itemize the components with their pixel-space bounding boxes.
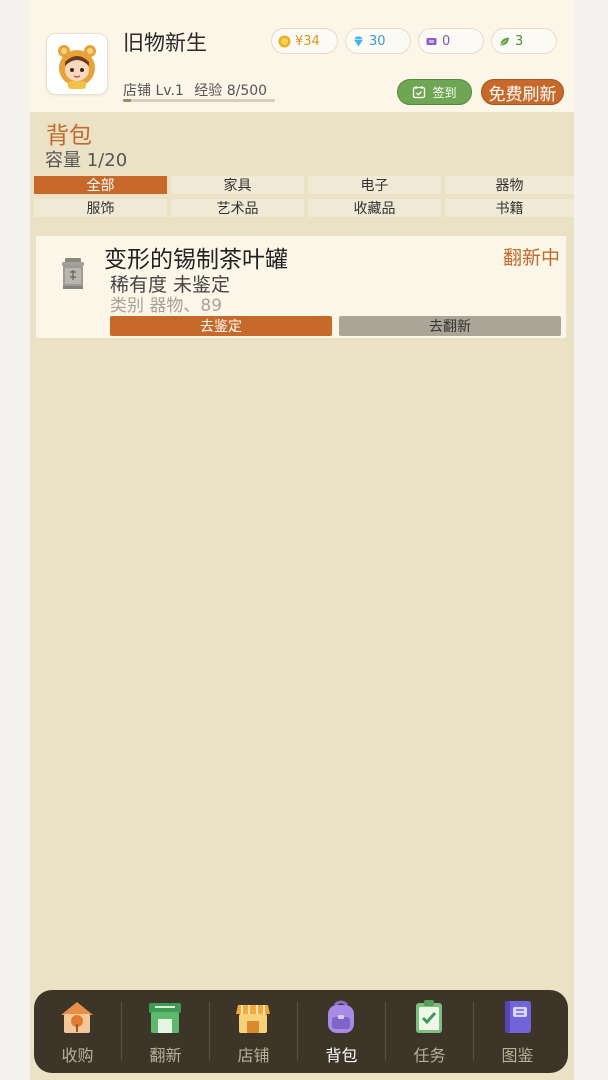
item-category: 类别 器物、89	[110, 296, 223, 316]
coin-counter[interactable]: ¥34	[271, 28, 338, 54]
app-window: 旧物新生 ¥34 30 0 3 店铺 Lv.1 经验 8/500 签到 免费刷新…	[30, 0, 574, 1080]
book-icon	[505, 1001, 531, 1033]
nav-label: 背包	[325, 1046, 358, 1065]
backpack-icon	[328, 1000, 354, 1033]
leaf-counter[interactable]: 3	[491, 28, 557, 54]
diamond-value: 30	[369, 33, 386, 49]
nav-item-encyclopedia[interactable]: 图鉴	[474, 990, 561, 1073]
experience-bar	[123, 99, 275, 102]
tab-electronics[interactable]: 电子	[308, 176, 441, 194]
tab-furniture[interactable]: 家具	[171, 176, 304, 194]
clipboard-check-icon	[416, 1000, 442, 1033]
renovate-button[interactable]: 去翻新	[339, 316, 561, 336]
avatar-girl-icon	[58, 45, 96, 89]
capacity-text: 容量 1/20	[45, 150, 128, 171]
tab-all[interactable]: 全部	[34, 176, 167, 194]
experience-bar-fill	[123, 99, 131, 102]
coin-icon	[278, 35, 291, 47]
signin-label: 签到	[432, 85, 457, 100]
signin-button[interactable]: 签到	[397, 79, 472, 105]
experience-text: 经验 8/500	[194, 83, 268, 99]
tab-clothing[interactable]: 服饰	[34, 199, 167, 217]
tab-artwork[interactable]: 艺术品	[171, 199, 304, 217]
diamond-counter[interactable]: 30	[345, 28, 411, 54]
tab-books[interactable]: 书籍	[445, 199, 574, 217]
nav-label: 图鉴	[501, 1046, 534, 1065]
tab-utensils[interactable]: 器物	[445, 176, 574, 194]
shop-icon	[236, 1005, 270, 1033]
top-header: 旧物新生 ¥34 30 0 3 店铺 Lv.1 经验 8/500 签到 免费刷新	[30, 0, 574, 112]
nav-item-shop[interactable]: 店铺	[210, 990, 297, 1073]
coin-value: ¥34	[295, 33, 320, 49]
avatar[interactable]	[46, 33, 108, 95]
leaf-icon	[500, 37, 509, 45]
nav-item-acquire[interactable]: 收购	[34, 990, 121, 1073]
nav-item-tasks[interactable]: 任务	[386, 990, 473, 1073]
ticket-icon	[426, 37, 437, 45]
tea-canister-icon	[62, 258, 84, 289]
shop-level: 店铺 Lv.1	[123, 83, 184, 99]
nav-label: 任务	[413, 1046, 446, 1065]
nav-label: 收购	[61, 1046, 94, 1065]
item-name: 变形的锡制茶叶罐	[104, 247, 288, 273]
nav-item-renovate[interactable]: 翻新	[122, 990, 209, 1073]
nav-label: 翻新	[149, 1046, 182, 1065]
nav-item-backpack[interactable]: 背包	[298, 990, 385, 1073]
item-status: 翻新中	[503, 247, 561, 269]
ticket-value: 0	[442, 33, 451, 49]
nav-label: 店铺	[237, 1046, 270, 1065]
leaf-value: 3	[515, 33, 524, 49]
appraise-button[interactable]: 去鉴定	[110, 316, 332, 336]
app-title: 旧物新生	[123, 31, 207, 55]
tab-collectibles[interactable]: 收藏品	[308, 199, 441, 217]
ticket-counter[interactable]: 0	[418, 28, 484, 54]
bottom-nav: 收购 翻新 店铺 背包 任务 图鉴	[34, 990, 568, 1073]
diamond-icon	[354, 36, 363, 46]
page-title: 背包	[46, 123, 92, 149]
shop-level-text: 店铺 Lv.1 经验 8/500	[123, 80, 267, 100]
calendar-check-icon	[413, 86, 426, 99]
house-tree-icon	[61, 1002, 93, 1033]
free-refresh-button[interactable]: 免费刷新	[481, 79, 564, 105]
workshop-icon	[149, 1003, 181, 1033]
